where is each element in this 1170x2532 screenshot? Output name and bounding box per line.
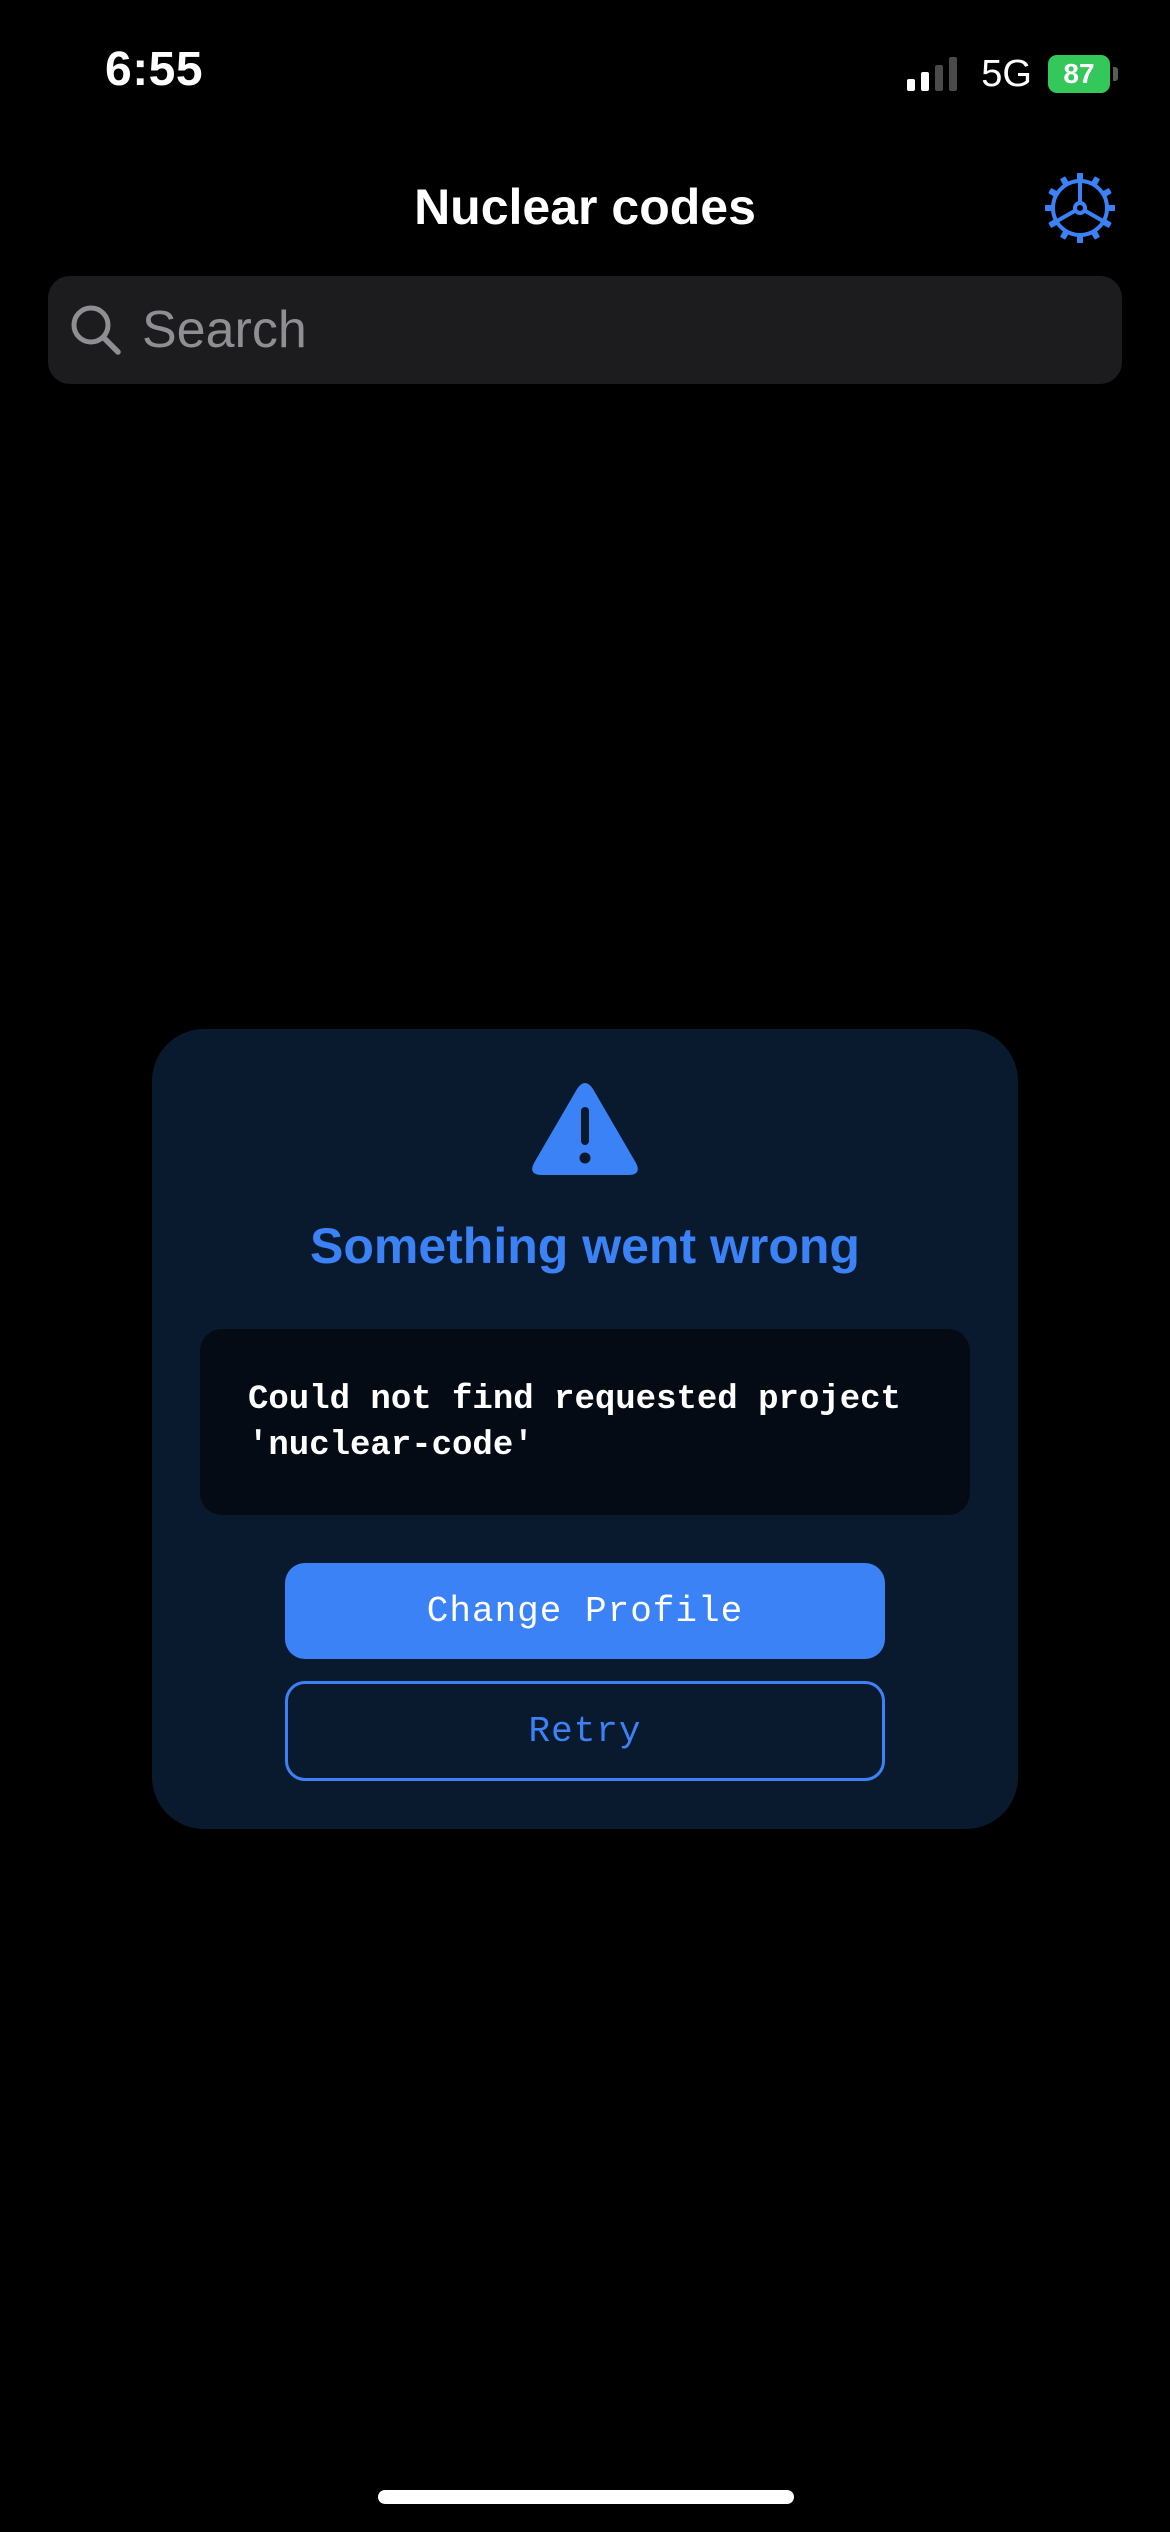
- status-time: 6:55: [105, 43, 204, 96]
- battery-nub: [1113, 67, 1118, 81]
- gear-icon: [1045, 173, 1115, 243]
- warning-icon: [532, 1083, 638, 1175]
- error-title: Something went wrong: [310, 1218, 860, 1274]
- settings-button[interactable]: [1042, 170, 1118, 246]
- retry-button[interactable]: Retry: [285, 1681, 885, 1781]
- battery-level: 87: [1063, 58, 1095, 89]
- page-title: Nuclear codes: [414, 179, 756, 235]
- cellular-signal-icon: [907, 57, 963, 91]
- status-indicators: 5G 87: [907, 52, 1118, 96]
- search-bar[interactable]: [48, 276, 1122, 384]
- error-message: Could not find requested project 'nuclea…: [200, 1329, 970, 1515]
- search-icon: [71, 305, 121, 355]
- change-profile-button[interactable]: Change Profile: [285, 1563, 885, 1659]
- battery-icon: 87: [1048, 55, 1110, 93]
- network-type: 5G: [981, 52, 1032, 95]
- search-input[interactable]: [140, 299, 1094, 361]
- home-indicator[interactable]: [378, 2490, 794, 2504]
- error-card: Something went wrong Could not find requ…: [152, 1029, 1018, 1829]
